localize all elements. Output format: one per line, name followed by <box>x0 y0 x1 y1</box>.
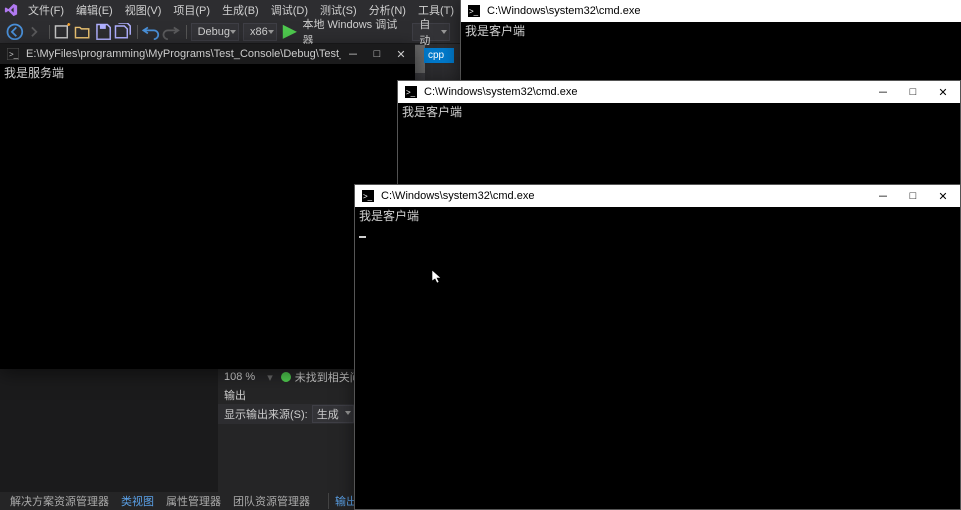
output-filter-label: 显示输出来源(S): <box>224 406 308 422</box>
server-console-window[interactable]: >_ E:\MyFiles\programming\MyPrograms\Tes… <box>0 44 415 369</box>
text-cursor <box>359 236 366 238</box>
save-all-icon[interactable] <box>114 23 132 41</box>
check-ok-icon <box>281 372 291 382</box>
cmd-window-3[interactable]: >_ C:\Windows\system32\cmd.exe － □ ✕ 我是客… <box>354 184 961 510</box>
cmd1-title: C:\Windows\system32\cmd.exe <box>487 5 961 17</box>
cmd1-body[interactable]: 我是客户端 <box>461 22 961 84</box>
server-console-body[interactable]: 我是服务端 <box>0 64 415 369</box>
cmd-icon: >_ <box>467 4 481 18</box>
cmd2-window-controls: － □ ✕ <box>868 82 958 102</box>
undo-icon[interactable] <box>142 23 160 41</box>
svg-text:>_: >_ <box>9 50 19 59</box>
bottom-tab-solution-explorer[interactable]: 解决方案资源管理器 <box>4 493 115 509</box>
console-app-icon: >_ <box>6 47 20 61</box>
minimize-button[interactable]: － <box>868 82 898 102</box>
cmd2-body[interactable]: 我是客户端 <box>398 103 960 187</box>
cmd2-titlebar[interactable]: >_ C:\Windows\system32\cmd.exe － □ ✕ <box>398 81 960 103</box>
new-project-icon[interactable] <box>54 23 72 41</box>
cmd-window-1[interactable]: >_ C:\Windows\system32\cmd.exe 我是客户端 <box>460 0 961 85</box>
svg-text:>_: >_ <box>406 88 416 97</box>
open-file-icon[interactable] <box>74 23 92 41</box>
server-output-line: 我是服务端 <box>4 66 64 80</box>
close-button[interactable]: ✕ <box>389 45 413 63</box>
cmd-window-2[interactable]: >_ C:\Windows\system32\cmd.exe － □ ✕ 我是客… <box>397 80 961 188</box>
cmd1-output-line: 我是客户端 <box>465 24 525 38</box>
server-titlebar[interactable]: >_ E:\MyFiles\programming\MyPrograms\Tes… <box>0 44 415 64</box>
toolbar-separator <box>137 25 138 39</box>
debug-target-label[interactable]: 本地 Windows 调试器 <box>302 16 406 48</box>
config-dropdown[interactable]: Debug <box>191 23 239 41</box>
cmd3-title: C:\Windows\system32\cmd.exe <box>381 190 868 202</box>
platform-dropdown[interactable]: x86 <box>243 23 277 41</box>
save-icon[interactable] <box>94 23 112 41</box>
tab-cpp[interactable]: cpp <box>424 48 454 63</box>
minimize-button[interactable]: － <box>868 186 898 206</box>
nav-back-icon[interactable] <box>6 23 24 41</box>
mouse-pointer-icon <box>432 270 442 284</box>
menu-edit[interactable]: 编辑(E) <box>70 2 119 18</box>
vs-lower-left-panel <box>0 368 218 498</box>
maximize-button[interactable]: □ <box>898 186 928 206</box>
cmd3-window-controls: － □ ✕ <box>868 186 958 206</box>
zoom-level[interactable]: 108 % <box>224 371 255 383</box>
cmd1-titlebar[interactable]: >_ C:\Windows\system32\cmd.exe <box>461 0 961 22</box>
auto-dropdown[interactable]: 自动 <box>412 23 450 41</box>
cmd2-output-line: 我是客户端 <box>402 105 462 119</box>
zoom-dropdown-icon[interactable]: ▾ <box>267 371 273 384</box>
vs-logo-icon <box>4 1 18 19</box>
server-window-controls: － □ ✕ <box>341 45 413 63</box>
server-title: E:\MyFiles\programming\MyPrograms\Test_C… <box>26 48 341 60</box>
svg-text:>_: >_ <box>469 7 479 16</box>
cmd3-output-line: 我是客户端 <box>359 209 419 223</box>
vs-toolbar: Debug x86 本地 Windows 调试器 自动 <box>0 20 460 44</box>
maximize-button[interactable]: □ <box>365 45 389 63</box>
bottom-tab-property-manager[interactable]: 属性管理器 <box>160 493 227 509</box>
close-button[interactable]: ✕ <box>928 186 958 206</box>
menu-file[interactable]: 文件(F) <box>22 2 70 18</box>
toolbar-separator <box>186 25 187 39</box>
output-filter-dropdown[interactable]: 生成 <box>312 405 354 423</box>
nav-forward-icon[interactable] <box>26 23 44 41</box>
cmd-icon: >_ <box>361 189 375 203</box>
menu-project[interactable]: 项目(P) <box>167 2 216 18</box>
minimize-button[interactable]: － <box>341 45 365 63</box>
menu-view[interactable]: 视图(V) <box>119 2 168 18</box>
cmd2-title: C:\Windows\system32\cmd.exe <box>424 86 868 98</box>
cmd-icon: >_ <box>404 85 418 99</box>
menu-build[interactable]: 生成(B) <box>216 2 265 18</box>
toolbar-separator <box>49 25 50 39</box>
bottom-tab-team-explorer[interactable]: 团队资源管理器 <box>227 493 316 509</box>
editor-tabstrip: cpp <box>424 48 454 65</box>
start-debug-icon[interactable] <box>281 23 299 41</box>
maximize-button[interactable]: □ <box>898 82 928 102</box>
bottom-tab-class-view[interactable]: 类视图 <box>115 493 160 509</box>
cmd3-body[interactable]: 我是客户端 <box>355 207 960 509</box>
close-button[interactable]: ✕ <box>928 82 958 102</box>
redo-icon[interactable] <box>162 23 180 41</box>
cmd3-titlebar[interactable]: >_ C:\Windows\system32\cmd.exe － □ ✕ <box>355 185 960 207</box>
svg-text:>_: >_ <box>363 192 373 201</box>
